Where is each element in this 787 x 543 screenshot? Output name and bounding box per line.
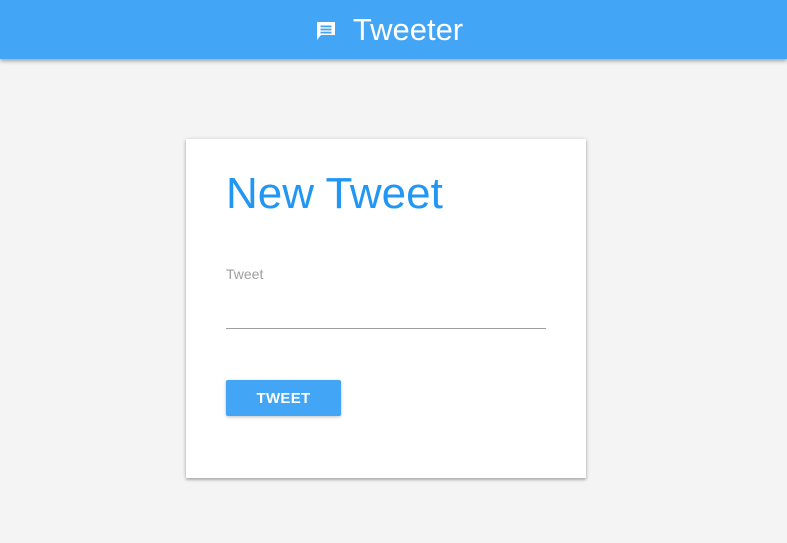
brand: Tweeter	[315, 14, 463, 45]
app-bar: Tweeter	[0, 0, 787, 59]
new-tweet-card: New Tweet Tweet TWEET	[186, 139, 586, 478]
tweet-field-label: Tweet	[226, 266, 264, 282]
tweet-input[interactable]	[226, 299, 546, 329]
tweet-button[interactable]: TWEET	[226, 380, 341, 416]
app-title: Tweeter	[352, 12, 464, 47]
page-title: New Tweet	[226, 169, 443, 218]
chat-bubble-icon	[315, 20, 337, 42]
